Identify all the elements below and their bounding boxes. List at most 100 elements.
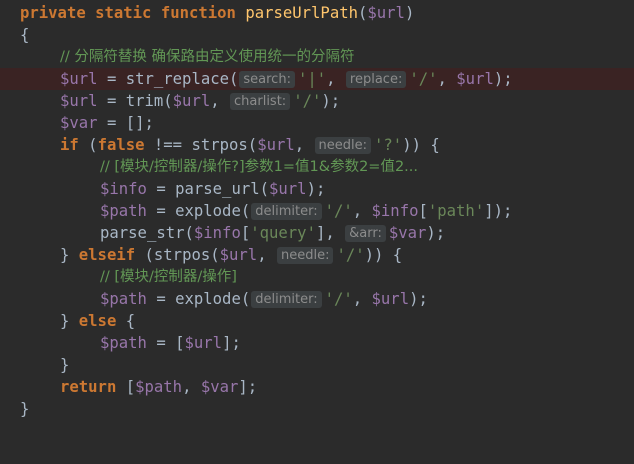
comment: // 分隔符替换 确保路由定义使用统一的分隔符 xyxy=(60,49,355,65)
variable: $url xyxy=(219,246,258,264)
code-line-3[interactable]: // 分隔符替换 确保路由定义使用统一的分隔符 xyxy=(0,46,634,68)
code-text: ); xyxy=(409,290,428,308)
code-text: = str_replace( xyxy=(97,70,239,88)
return-statement: return [$path, $var]; xyxy=(60,376,257,398)
code-text: , xyxy=(326,70,345,88)
variable: $url xyxy=(184,334,223,352)
code-text: , xyxy=(352,202,372,220)
variable: $path xyxy=(100,334,147,352)
code-line-13[interactable]: // [模块/控制器/操作] xyxy=(0,266,634,288)
function-signature: private static function parseUrlPath($ur… xyxy=(20,2,414,24)
parameter-hint: search: xyxy=(239,71,295,88)
statement: $url = trim($url, charlist: '/'); xyxy=(60,90,340,112)
keyword: false xyxy=(97,136,145,154)
code-text: = []; xyxy=(97,114,154,132)
code-text: { xyxy=(116,312,136,330)
code-line-19[interactable]: } xyxy=(0,398,634,420)
statement: $path = explode(delimiter: '/', $info['pa… xyxy=(100,200,512,222)
statement: $path = [$url]; xyxy=(100,332,241,354)
close-brace: } xyxy=(60,356,70,374)
statement: $path = explode(delimiter: '/', $url); xyxy=(100,288,428,310)
code-text: , xyxy=(437,70,457,88)
paren: ) xyxy=(404,4,415,22)
code-line-11[interactable]: parse_str($info['query'], &arr: $var); xyxy=(0,222,634,244)
statement: $var = []; xyxy=(60,112,154,134)
code-line-10[interactable]: $path = explode(delimiter: '/', $info['pa… xyxy=(0,200,634,222)
code-text: = explode( xyxy=(146,202,251,220)
code-line-6[interactable]: $var = []; xyxy=(0,112,634,134)
variable: $info xyxy=(193,224,241,242)
string-literal: '/' xyxy=(409,70,438,88)
if-statement: if (false !== strpos($url, needle: '?')) … xyxy=(60,134,440,156)
code-text: !== strpos( xyxy=(144,136,258,154)
code-text: [ xyxy=(240,224,251,242)
variable: $info xyxy=(371,202,419,220)
code-text: , xyxy=(210,92,230,110)
code-text: parse_str( xyxy=(100,224,194,242)
code-text: , xyxy=(182,378,201,396)
paren: ( xyxy=(358,4,368,22)
parameter-hint: needle: xyxy=(276,247,334,264)
code-line-12[interactable]: } elseif (strpos($url, needle: '/')) { xyxy=(0,244,634,266)
code-text: )) { xyxy=(364,246,403,264)
code-text: (strpos( xyxy=(135,246,220,264)
code-editor[interactable]: private static function parseUrlPath($ur… xyxy=(0,0,634,424)
code-text: , xyxy=(352,290,372,308)
parameter-hint: needle: xyxy=(314,137,372,154)
code-text: = explode( xyxy=(146,290,251,308)
statement: $info = parse_url($url); xyxy=(100,178,325,200)
code-text: [ xyxy=(116,378,136,396)
keyword: else xyxy=(78,312,117,330)
comment: // [模块/控制器/操作] xyxy=(100,269,237,285)
string-literal: '/' xyxy=(336,246,365,264)
comment: // [模块/控制器/操作?]参数1=值1&参数2=值2... xyxy=(100,159,418,175)
code-line-5[interactable]: $url = trim($url, charlist: '/'); xyxy=(0,90,634,112)
code-text: ], xyxy=(315,224,345,242)
variable: $url xyxy=(257,136,295,154)
code-line-8[interactable]: // [模块/控制器/操作?]参数1=值1&参数2=值2... xyxy=(0,156,634,178)
parameter-hint: delimiter: xyxy=(251,291,322,308)
string-literal: 'query' xyxy=(250,224,316,242)
code-text: ]; xyxy=(238,378,258,396)
keyword: return xyxy=(60,378,117,396)
code-text: ); xyxy=(493,70,513,88)
parameter-hint: &arr: xyxy=(345,225,386,242)
code-text: [ xyxy=(418,202,428,220)
code-text: ); xyxy=(321,92,341,110)
code-line-4[interactable]: $url = str_replace(search: '|', replace: '… xyxy=(0,68,634,90)
function-name: parseUrlPath xyxy=(245,4,358,22)
keyword: elseif xyxy=(78,246,136,264)
code-line-1[interactable]: private static function parseUrlPath($ur… xyxy=(0,2,634,24)
variable: $var xyxy=(388,224,427,242)
keyword: if xyxy=(60,136,79,154)
code-text: ); xyxy=(306,180,326,198)
code-line-7[interactable]: if (false !== strpos($url, needle: '?')) … xyxy=(0,134,634,156)
code-text: , xyxy=(294,136,314,154)
statement: parse_str($info['query'], &arr: $var); xyxy=(100,222,445,244)
string-literal: '/' xyxy=(324,202,353,220)
code-text: ]; xyxy=(222,334,241,352)
string-literal: '|' xyxy=(297,70,327,88)
variable: $path xyxy=(100,290,147,308)
variable: $info xyxy=(100,180,147,198)
variable: $url xyxy=(60,70,98,88)
param-url: $url xyxy=(367,4,405,22)
close-brace: } xyxy=(20,400,30,418)
code-line-17[interactable]: } xyxy=(0,354,634,376)
open-brace: { xyxy=(20,26,30,44)
code-text: = parse_url( xyxy=(146,180,270,198)
code-text: = trim( xyxy=(97,92,173,110)
code-line-15[interactable]: } else { xyxy=(0,310,634,332)
parameter-hint: replace: xyxy=(345,71,407,88)
variable: $var xyxy=(200,378,239,396)
keyword: private static function xyxy=(20,4,236,22)
variable: $url xyxy=(456,70,494,88)
code-line-2[interactable]: { xyxy=(0,24,634,46)
code-line-14[interactable]: $path = explode(delimiter: '/', $url); xyxy=(0,288,634,310)
code-line-9[interactable]: $info = parse_url($url); xyxy=(0,178,634,200)
string-literal: '/' xyxy=(324,290,353,308)
parameter-hint: delimiter: xyxy=(251,203,322,220)
code-line-18[interactable]: return [$path, $var]; xyxy=(0,376,634,398)
code-line-16[interactable]: $path = [$url]; xyxy=(0,332,634,354)
code-text: ]); xyxy=(484,202,513,220)
